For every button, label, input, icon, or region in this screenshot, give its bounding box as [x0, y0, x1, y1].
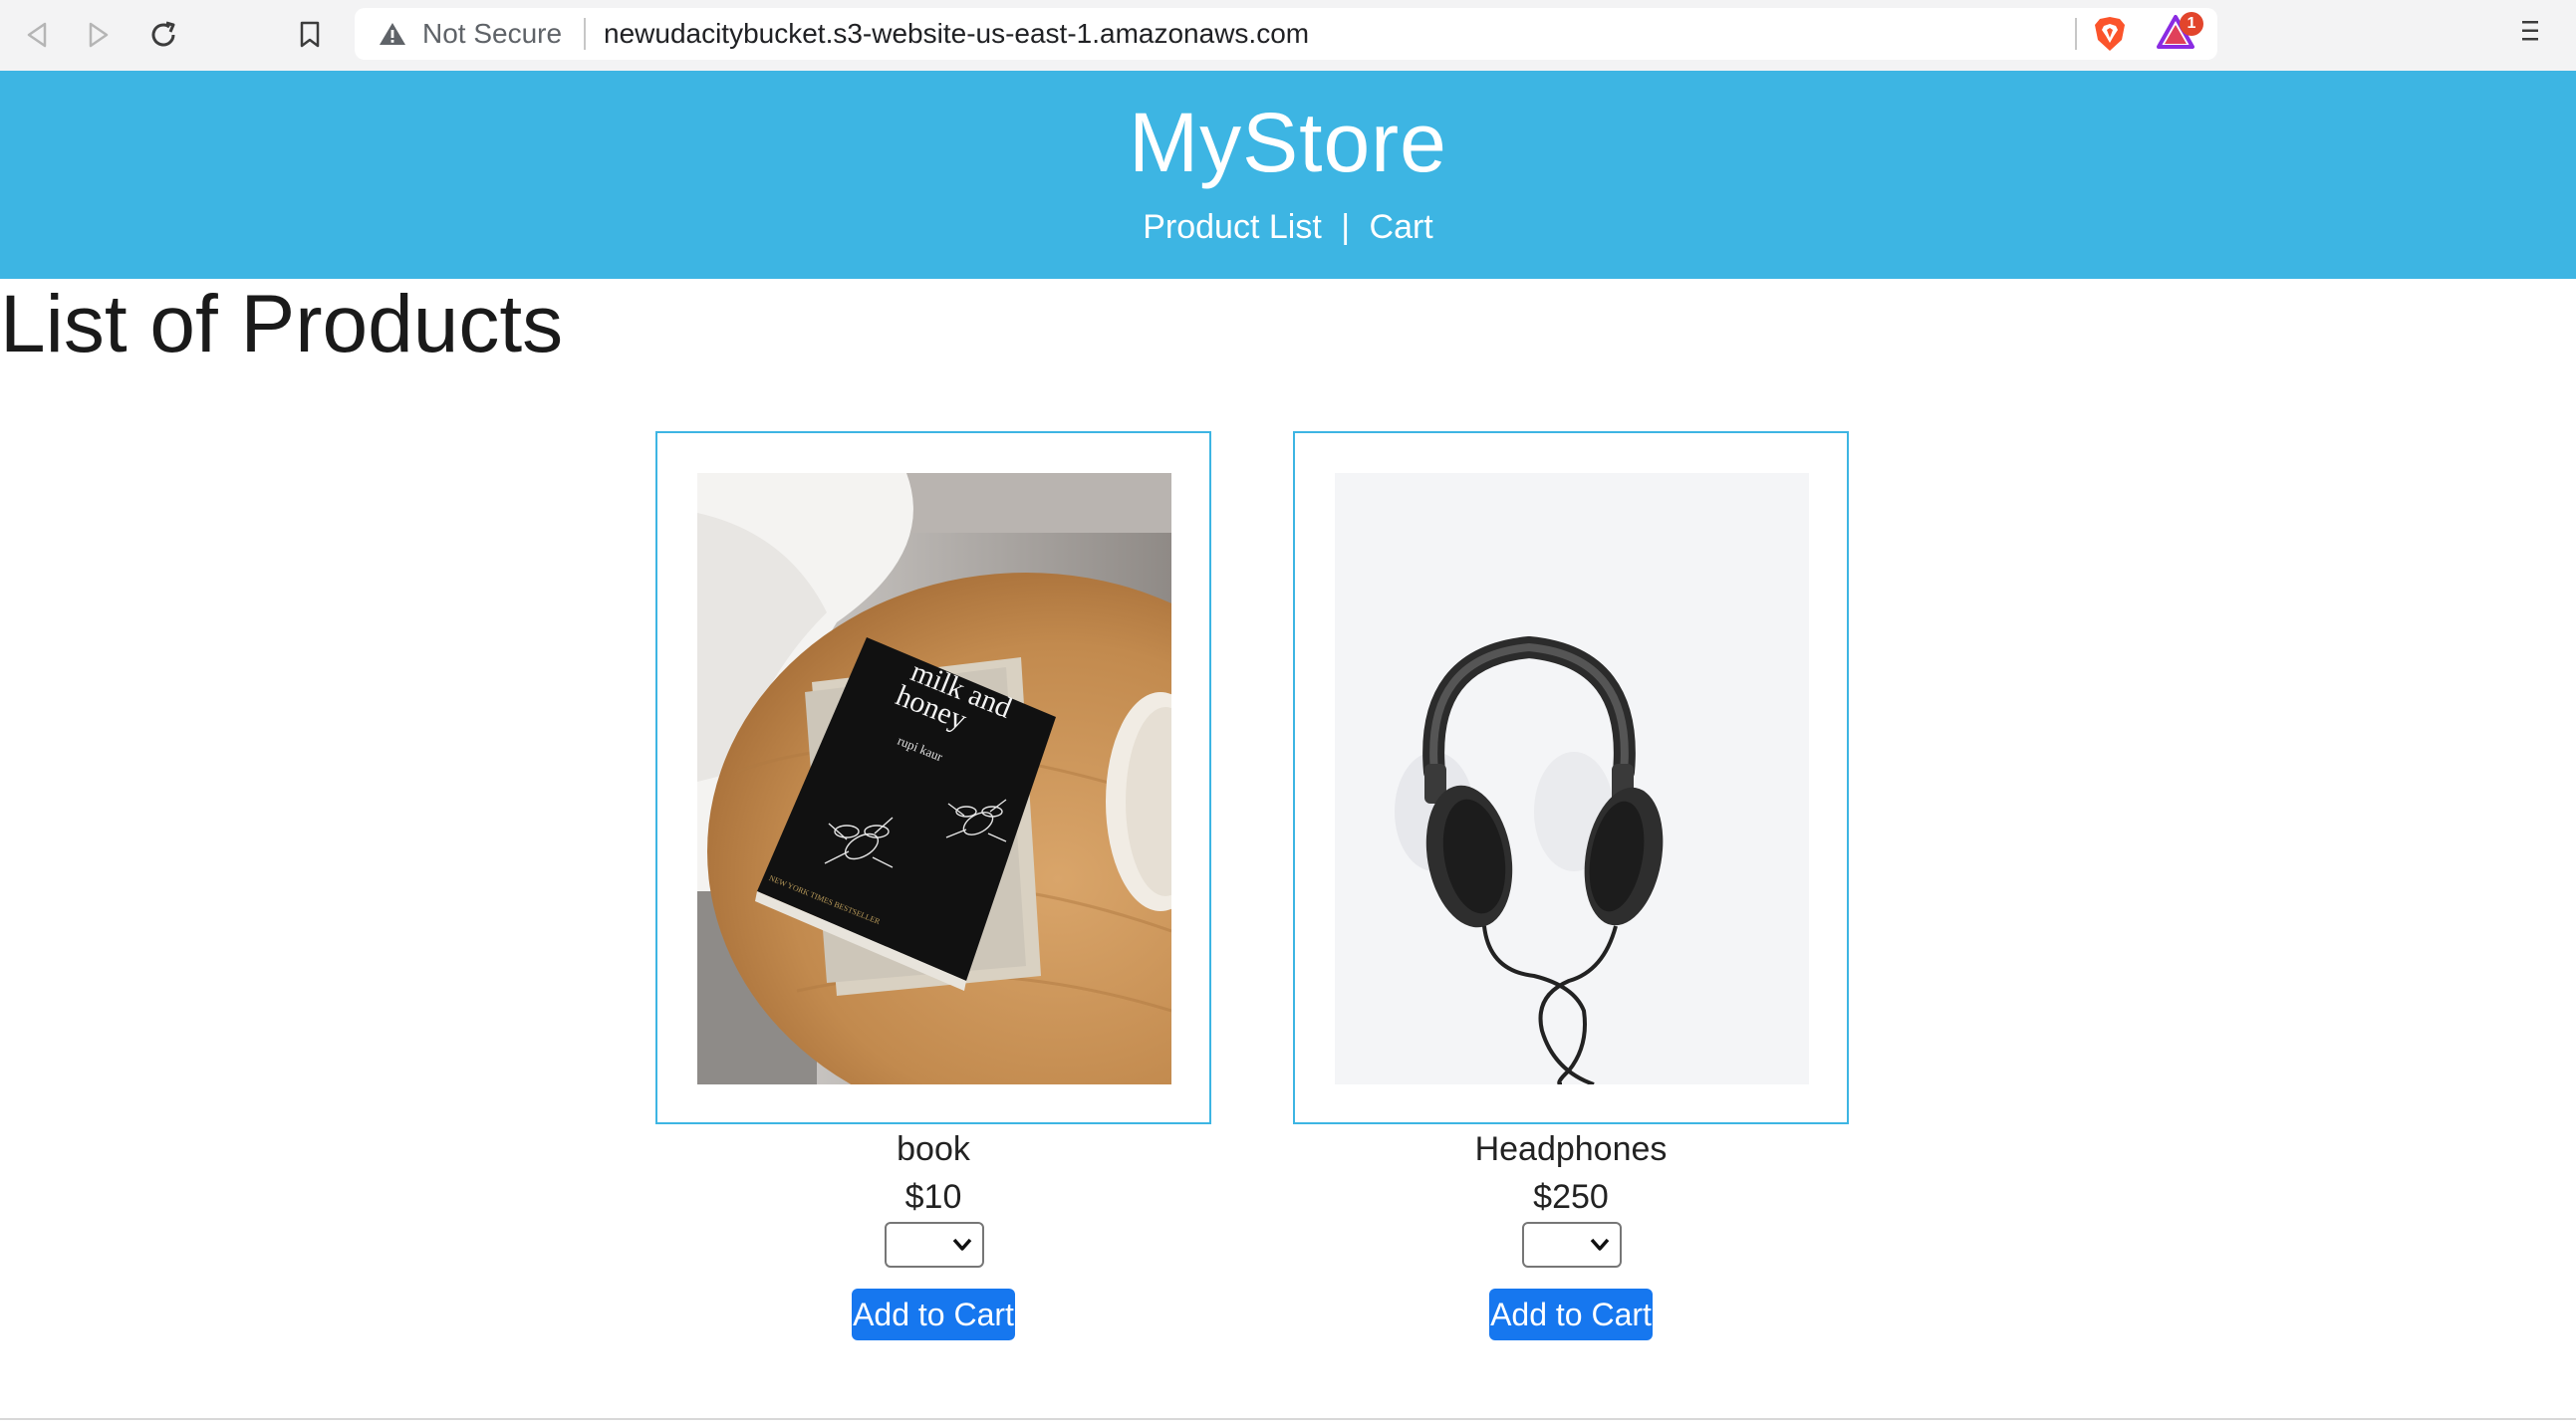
product-card-book[interactable]: milk and honey rupi kaur NEW YORK TIMES … — [655, 431, 1211, 1124]
back-button[interactable] — [16, 14, 58, 56]
menu-button[interactable] — [2520, 18, 2542, 49]
bookmark-button[interactable] — [289, 14, 331, 56]
brave-shields-icon[interactable] — [2094, 16, 2126, 52]
add-to-cart-button[interactable]: Add to Cart — [852, 1289, 1015, 1340]
product-card-headphones[interactable] — [1293, 431, 1849, 1124]
forward-arrow-icon — [89, 22, 109, 48]
back-arrow-icon — [27, 22, 47, 48]
chevron-down-icon — [952, 1238, 972, 1251]
warning-triangle-icon — [380, 23, 405, 45]
quantity-select[interactable] — [885, 1222, 984, 1268]
nav-separator: | — [1341, 208, 1351, 246]
url-text[interactable]: newudacitybucket.s3-website-us-east-1.am… — [604, 19, 1309, 49]
reload-button[interactable] — [142, 14, 184, 56]
site-nav: Product List | Cart — [0, 206, 2576, 248]
headphones-photo[interactable] — [1335, 473, 1809, 1084]
site-header: MyStore Product List | Cart — [0, 71, 2576, 279]
forward-button[interactable] — [78, 14, 120, 56]
product-price: $10 — [904, 1178, 962, 1216]
page-heading: List of Products — [0, 279, 564, 369]
reload-icon — [151, 21, 175, 47]
hamburger-menu-icon — [2522, 21, 2538, 41]
browser-toolbar: Not Secure newudacitybucket.s3-website-u… — [0, 0, 2576, 72]
not-secure-label[interactable]: Not Secure — [422, 19, 562, 49]
page-divider — [0, 1418, 2576, 1420]
chevron-down-icon — [1590, 1238, 1610, 1251]
bookmark-icon — [300, 21, 320, 48]
product-name: book — [897, 1130, 970, 1168]
product-price: $250 — [1533, 1178, 1609, 1216]
nav-cart-link[interactable]: Cart — [1370, 208, 1433, 246]
rewards-badge: 1 — [2180, 12, 2203, 36]
url-end-divider — [2075, 18, 2077, 50]
add-to-cart-button[interactable]: Add to Cart — [1489, 1289, 1653, 1340]
address-bar[interactable]: Not Secure newudacitybucket.s3-website-u… — [355, 8, 2217, 60]
url-divider — [584, 18, 586, 50]
site-title: MyStore — [1129, 96, 1447, 189]
product-name: Headphones — [1474, 1130, 1668, 1168]
quantity-select[interactable] — [1522, 1222, 1622, 1268]
nav-product-list-link[interactable]: Product List — [1143, 208, 1322, 246]
book-photo[interactable]: milk and honey rupi kaur NEW YORK TIMES … — [697, 473, 1171, 1084]
